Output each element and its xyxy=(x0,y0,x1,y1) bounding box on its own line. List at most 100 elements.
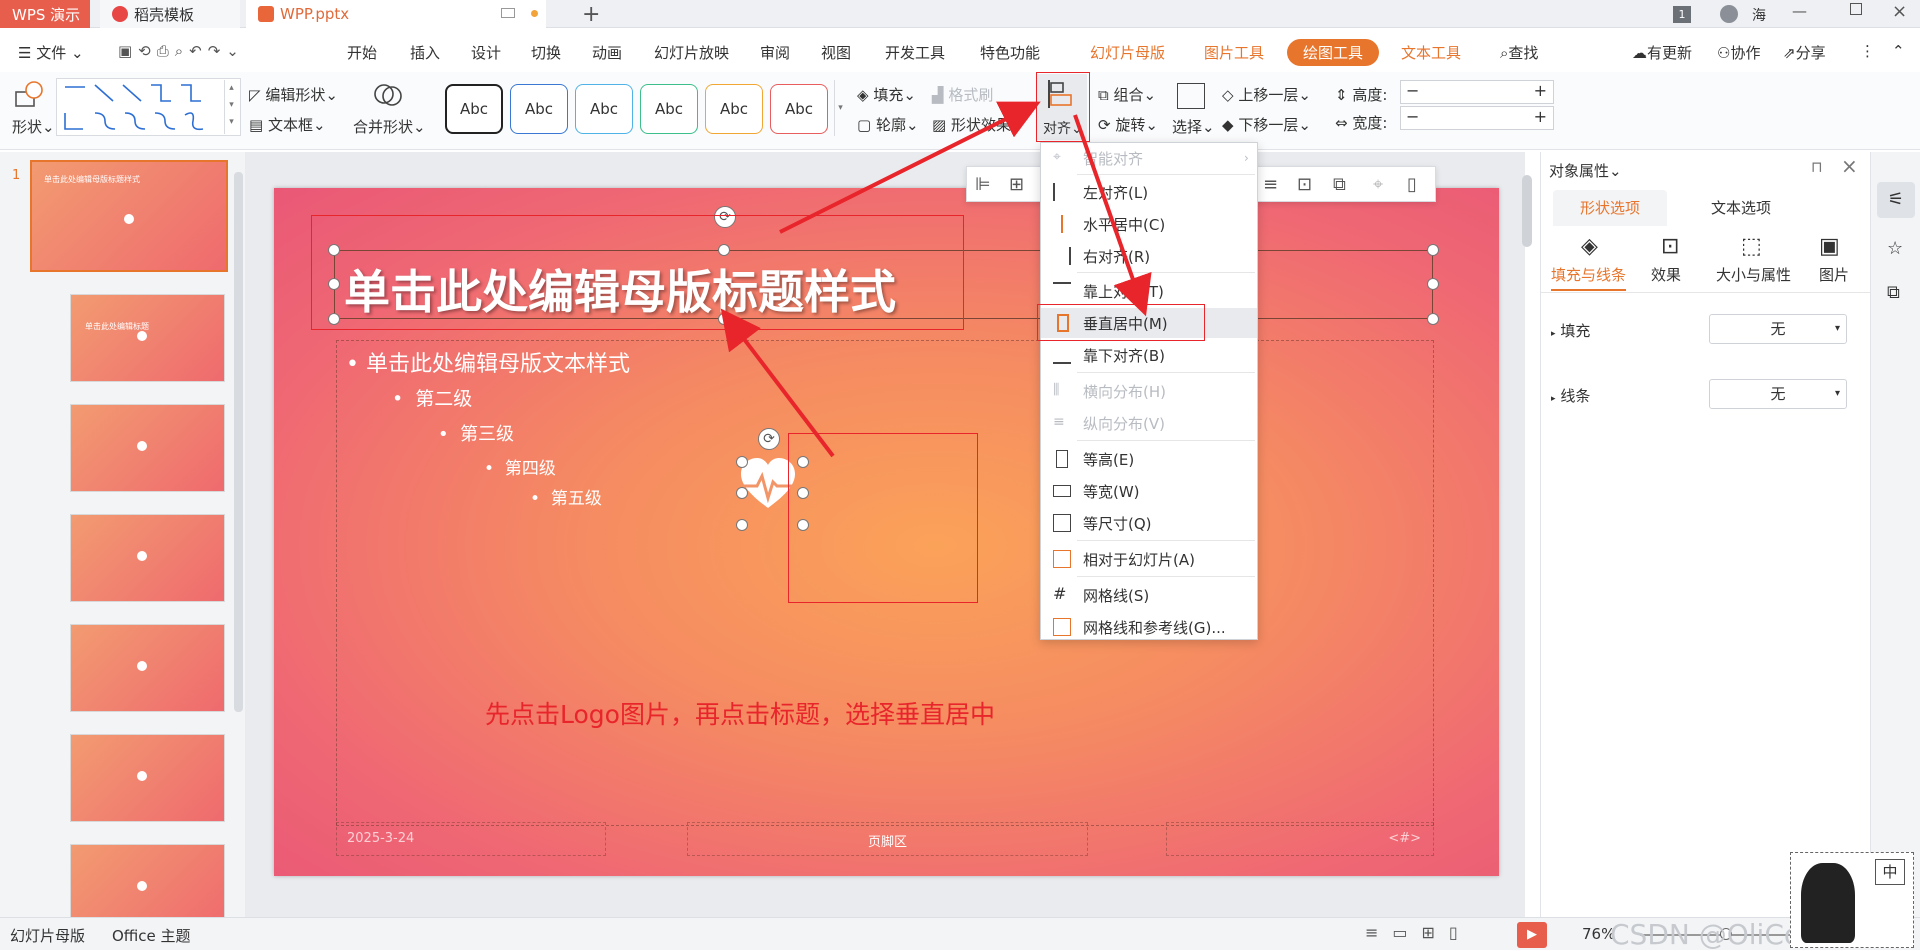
menu-design[interactable]: 设计 xyxy=(471,42,501,63)
menu-align-left[interactable]: 左对齐(L) xyxy=(1041,177,1257,207)
canvas-scrollbar[interactable] xyxy=(1522,175,1532,247)
subtab-fill-line[interactable]: 填充与线条 xyxy=(1551,264,1627,291)
style-orange[interactable]: Abc xyxy=(705,84,763,134)
menu-align-bottom[interactable]: 靠下对齐(B) xyxy=(1041,340,1257,370)
menu-grid-guides[interactable]: 网格线和参考线(G)... xyxy=(1041,612,1257,642)
menu-transition[interactable]: 切换 xyxy=(531,42,561,63)
style-blue[interactable]: Abc xyxy=(510,84,568,134)
menu-review[interactable]: 审阅 xyxy=(760,42,790,63)
gallery-scroll-icon[interactable]: ▴ ▾ ▾ xyxy=(224,80,238,134)
width-plus-button[interactable]: + xyxy=(1534,107,1547,126)
layout-thumbnail-1[interactable]: 单击此处编辑标题 xyxy=(70,294,225,382)
master-thumbnail[interactable]: 单击此处编辑母版标题样式 xyxy=(30,160,228,272)
new-tab-button[interactable]: + xyxy=(570,0,612,28)
style-lightblue[interactable]: Abc xyxy=(575,84,633,134)
picture-icon[interactable]: ▣ xyxy=(1819,234,1840,259)
screen-icon[interactable] xyxy=(501,8,515,18)
menu-same-height[interactable]: 等高(E) xyxy=(1041,444,1257,474)
menu-distribute-v[interactable]: ≡ 纵向分布(V) xyxy=(1041,408,1257,438)
update-button[interactable]: ☁有更新 xyxy=(1632,42,1692,63)
body-level-4[interactable]: • 第四级 xyxy=(484,454,556,479)
file-menu[interactable]: ☰ 文件 ⌄ xyxy=(18,42,84,63)
tab-wpp-file[interactable]: WPP.pptx xyxy=(246,0,546,28)
tab-template[interactable]: 稻壳模板 xyxy=(100,0,240,28)
fill-select[interactable]: 无 ▾ xyxy=(1709,314,1847,344)
minimize-icon[interactable]: — xyxy=(1792,2,1807,20)
same-size-icon[interactable]: ⧉ xyxy=(1333,174,1346,195)
menu-align-top[interactable]: 靠上对齐(T) xyxy=(1041,276,1257,306)
merge-shape-icon[interactable] xyxy=(373,80,403,110)
style-green[interactable]: Abc xyxy=(640,84,698,134)
menu-special[interactable]: 特色功能 xyxy=(980,42,1040,63)
tab-shape-options[interactable]: 形状选项 xyxy=(1553,190,1667,226)
height-input[interactable]: − + xyxy=(1400,80,1554,104)
send-backward-button[interactable]: ◆ 下移一层⌄ xyxy=(1222,114,1311,135)
smart-align-icon[interactable]: ⌖ xyxy=(1373,174,1383,195)
shape-effect-button[interactable]: ▨ 形状效果 xyxy=(932,114,1011,135)
quick-access-icons[interactable]: ▣⟲⎙⌕↶↷⌄ xyxy=(118,42,245,60)
menu-home[interactable]: 开始 xyxy=(347,42,377,63)
select-icon[interactable] xyxy=(1177,83,1205,109)
window-count-badge[interactable]: 1 xyxy=(1673,6,1691,23)
panel-title[interactable]: 对象属性⌄ xyxy=(1549,160,1622,181)
body-level-5[interactable]: • 第五级 xyxy=(530,484,602,509)
rotate-button[interactable]: ⟳ 旋转⌄ xyxy=(1098,114,1158,135)
tab-text-options[interactable]: 文本选项 xyxy=(1691,190,1791,226)
size-icon[interactable]: ⬚ xyxy=(1741,234,1762,259)
menu-same-width[interactable]: 等宽(W) xyxy=(1041,476,1257,506)
height-plus-button[interactable]: + xyxy=(1534,81,1547,100)
style-more-icon[interactable]: ▾ xyxy=(834,80,846,136)
menu-align-hcenter[interactable]: 水平居中(C) xyxy=(1041,209,1257,239)
layout-thumbnail-4[interactable] xyxy=(70,624,225,712)
line-section-toggle[interactable]: ▸ 线条 xyxy=(1551,385,1590,406)
body-level-3[interactable]: • 第三级 xyxy=(438,420,514,446)
avatar[interactable] xyxy=(1720,5,1738,23)
menu-distribute-h[interactable]: ⫼ 横向分布(H) xyxy=(1041,376,1257,406)
body-level-2[interactable]: • 第二级 xyxy=(392,384,472,411)
format-brush-button[interactable]: ▟ 格式刷 xyxy=(932,84,993,105)
height-minus-button[interactable]: − xyxy=(1406,81,1419,100)
menu-view[interactable]: 视图 xyxy=(821,42,851,63)
align-center-icon[interactable]: ⊞ xyxy=(1009,174,1024,195)
more-icon[interactable]: ⋮ xyxy=(1860,42,1875,60)
layout-thumbnail-5[interactable] xyxy=(70,734,225,822)
menu-smart-align[interactable]: ⌖ 智能对齐 › xyxy=(1041,143,1257,173)
menu-relative-slide[interactable]: 相对于幻灯片(A) xyxy=(1041,544,1257,574)
menu-gridlines[interactable]: # 网格线(S) xyxy=(1041,580,1257,610)
merge-shape-button[interactable]: 合并形状⌄ xyxy=(353,116,426,137)
menu-developer[interactable]: 开发工具 xyxy=(885,42,945,63)
theme-label[interactable]: Office 主题 xyxy=(112,925,191,946)
share-button[interactable]: ⇗分享 xyxy=(1783,42,1826,63)
resize-handle[interactable] xyxy=(1427,244,1439,256)
menu-drawing-tools[interactable]: 绘图工具 xyxy=(1287,39,1380,66)
view-buttons[interactable]: ≡▭⊞▯ xyxy=(1365,923,1472,942)
distribute-icon[interactable]: ≡ xyxy=(1263,174,1278,195)
align-left-icon[interactable]: ⊫ xyxy=(975,174,991,195)
close-panel-icon[interactable]: × xyxy=(1841,154,1858,178)
textbox-button[interactable]: ▤ 文本框⌄ xyxy=(249,114,326,135)
fill-line-icon[interactable]: ◈ xyxy=(1581,234,1598,259)
body-level-1[interactable]: • 单击此处编辑母版文本样式 xyxy=(346,346,630,378)
menu-slideshow[interactable]: 幻灯片放映 xyxy=(654,42,729,63)
footer-placeholder[interactable]: 页脚区 xyxy=(687,822,1088,856)
relative-slide-icon[interactable]: ⊡ xyxy=(1297,174,1312,195)
slide-number-placeholder[interactable]: <#> xyxy=(1166,822,1434,856)
width-input[interactable]: − + xyxy=(1400,106,1554,130)
width-minus-button[interactable]: − xyxy=(1406,107,1419,126)
properties-icon[interactable]: ⚟ xyxy=(1877,182,1915,218)
menu-slide-master[interactable]: 幻灯片母版 xyxy=(1090,42,1165,63)
resize-handle[interactable] xyxy=(736,487,748,499)
ime-widget[interactable]: 中 xyxy=(1790,852,1914,948)
style-black[interactable]: Abc xyxy=(445,84,503,134)
copy-icon[interactable]: ⧉ xyxy=(1887,282,1900,303)
bring-forward-button[interactable]: ◇ 上移一层⌄ xyxy=(1222,84,1311,105)
line-shape-gallery[interactable] xyxy=(56,78,241,136)
resize-handle[interactable] xyxy=(736,519,748,531)
ime-toggle[interactable]: 中 xyxy=(1875,859,1905,885)
menu-same-size[interactable]: 等尺寸(Q) xyxy=(1041,508,1257,538)
resize-handle[interactable] xyxy=(1427,278,1439,290)
shape-icon[interactable] xyxy=(14,80,48,110)
tab-wps-app[interactable]: WPS 演示 xyxy=(0,0,90,28)
star-icon[interactable]: ☆ xyxy=(1887,238,1903,259)
resize-handle[interactable] xyxy=(1427,313,1439,325)
